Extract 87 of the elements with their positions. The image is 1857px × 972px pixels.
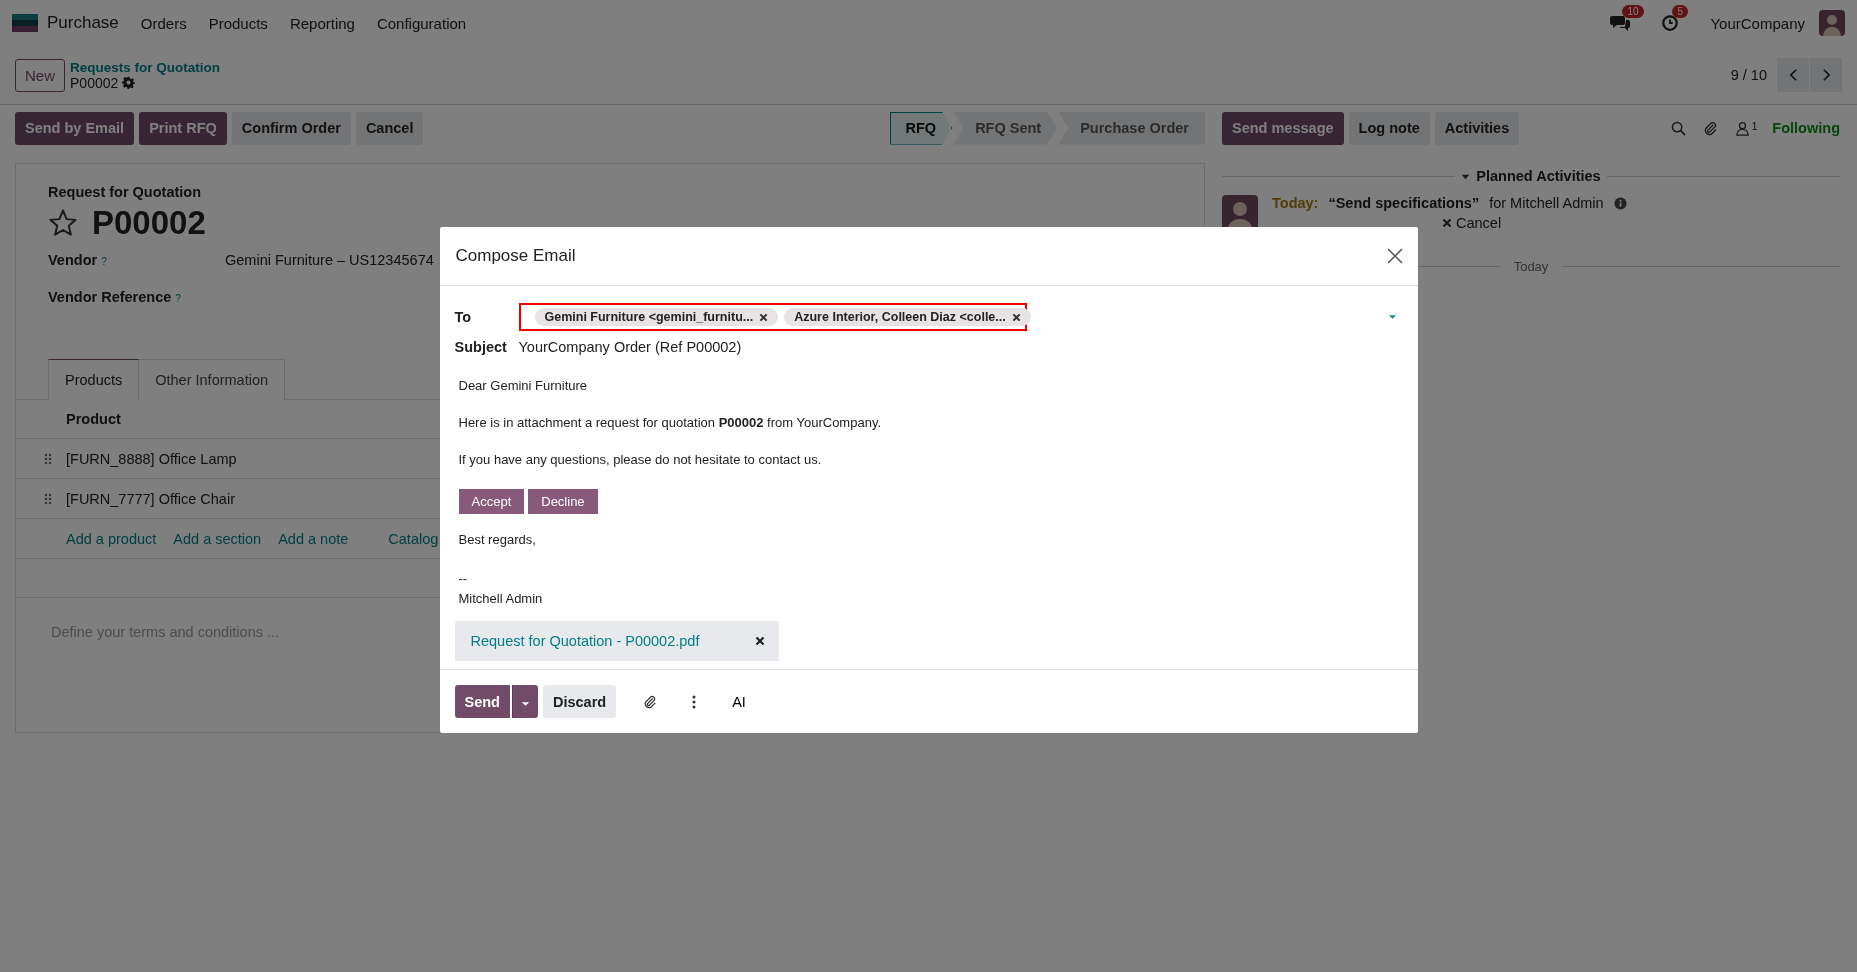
tab[interactable]: Other Information	[139, 359, 286, 400]
caret-icon	[520, 700, 530, 707]
close-icon[interactable]	[1386, 248, 1403, 264]
info-icon[interactable]	[1613, 196, 1627, 210]
star-icon[interactable]	[48, 208, 78, 238]
add-line-link[interactable]: Add a product	[66, 530, 157, 547]
catalog-link[interactable]: Catalog	[388, 530, 439, 547]
discard-button[interactable]: Discard	[542, 685, 617, 718]
email-link-button[interactable]: Decline	[528, 489, 598, 514]
column-header: Product	[66, 411, 121, 427]
gear-icon[interactable]	[122, 76, 136, 89]
notification-badge: 10	[1622, 5, 1644, 18]
activity-summary: “Send specifications”	[1328, 195, 1480, 211]
field-label: Vendor	[48, 252, 98, 268]
paperclip-icon[interactable]	[643, 694, 658, 709]
chatter-button[interactable]: Send message	[1222, 111, 1344, 145]
dropdown-caret-icon[interactable]	[1387, 314, 1397, 320]
person-icon[interactable]	[1734, 120, 1750, 136]
help-tooltip[interactable]: ?	[101, 256, 107, 267]
clock-icon[interactable]	[1660, 14, 1681, 32]
action-button[interactable]: Print RFQ	[139, 111, 227, 145]
status-step[interactable]: Purchase Order	[1058, 111, 1205, 145]
paperclip-icon[interactable]	[1702, 120, 1718, 136]
chatter-button[interactable]: Log note	[1348, 111, 1430, 145]
recipient-tag[interactable]: Gemini Furniture <gemini_furnitu...	[534, 308, 779, 326]
action-button[interactable]: Cancel	[355, 111, 424, 145]
chatter-button[interactable]: Activities	[1434, 111, 1520, 145]
close-icon	[1442, 218, 1452, 228]
email-paragraph: If you have any questions, please do not hesitate to contact us.	[458, 452, 823, 467]
user-avatar-icon[interactable]	[1819, 10, 1845, 36]
help-tooltip[interactable]: ?	[175, 293, 181, 304]
attachment-link[interactable]: Request for Quotation - P00002.pdf	[470, 633, 700, 649]
activity-assignee: for Mitchell Admin	[1489, 195, 1604, 211]
record-title: P00002	[92, 204, 206, 242]
signature-name: Mitchell Admin	[458, 590, 544, 608]
subject-field[interactable]: YourCompany Order (Ref P00002)	[518, 339, 742, 355]
menu-item[interactable]: Configuration	[376, 14, 467, 32]
menu-item[interactable]: Orders	[140, 14, 187, 32]
tab[interactable]: Products	[48, 359, 140, 400]
send-button[interactable]: Send	[454, 685, 510, 718]
add-line-link[interactable]: Add a section	[173, 530, 262, 547]
send-options-button[interactable]	[511, 685, 538, 718]
following-button[interactable]: Following	[1772, 120, 1840, 136]
action-button[interactable]: Send by Email	[15, 111, 135, 145]
drag-handle-icon[interactable]	[44, 492, 52, 505]
status-step[interactable]: RFQ	[889, 111, 953, 145]
section-title[interactable]: Planned Activities	[1476, 168, 1601, 184]
field-label: Vendor Reference	[48, 289, 172, 305]
menu-item[interactable]: Products	[208, 14, 268, 32]
company-name[interactable]: YourCompany	[1710, 14, 1805, 32]
search-icon[interactable]	[1670, 120, 1686, 136]
field-value[interactable]: Gemini Furniture – US12345674	[225, 252, 434, 268]
cancel-activity-link[interactable]: Cancel	[1442, 215, 1502, 231]
more-options-icon[interactable]	[692, 694, 697, 709]
chevron-left-icon	[1788, 68, 1798, 82]
signature-separator: --	[458, 570, 469, 588]
remove-icon[interactable]	[1011, 312, 1021, 322]
ai-button[interactable]: AI	[726, 692, 752, 711]
follower-count: 1	[1751, 120, 1758, 132]
app-name[interactable]: Purchase	[47, 13, 119, 33]
dialog-title: Compose Email	[455, 246, 576, 266]
date-separator: Today	[1513, 259, 1549, 274]
action-button[interactable]: Confirm Order	[231, 111, 351, 145]
notification-badge: 5	[1672, 5, 1689, 18]
breadcrumb-link[interactable]: Requests for Quotation	[70, 59, 221, 75]
email-paragraph: Here is in attachment a request for quotation P00002 from YourCompany.	[458, 415, 883, 430]
subject-label: Subject	[454, 339, 508, 355]
email-closing: Best regards,	[458, 532, 537, 547]
table-cell: [FURN_8888] Office Lamp	[66, 450, 237, 467]
activity-due: Today:	[1272, 195, 1319, 211]
remove-icon[interactable]	[759, 312, 769, 322]
new-button[interactable]: New	[15, 58, 65, 92]
recipient-tag[interactable]: Azure Interior, Colleen Diaz <colle...	[784, 308, 1031, 326]
menu-item[interactable]: Reporting	[289, 14, 355, 32]
chevron-right-icon	[1821, 68, 1831, 82]
table-cell: [FURN_7777] Office Chair	[66, 490, 235, 507]
drag-handle-icon[interactable]	[44, 452, 52, 465]
pager-value: 9 / 10	[1730, 67, 1767, 83]
status-step[interactable]: RFQ Sent	[953, 111, 1058, 145]
email-greeting: Dear Gemini Furniture	[458, 378, 589, 393]
chat-icon[interactable]	[1610, 14, 1631, 32]
add-line-link[interactable]: Add a note	[278, 530, 349, 547]
record-name: P00002	[70, 74, 119, 91]
email-link-button[interactable]: Accept	[458, 489, 525, 514]
remove-icon[interactable]	[754, 636, 765, 646]
to-label: To	[454, 309, 473, 325]
form-title-label: Request for Quotation	[48, 184, 203, 200]
